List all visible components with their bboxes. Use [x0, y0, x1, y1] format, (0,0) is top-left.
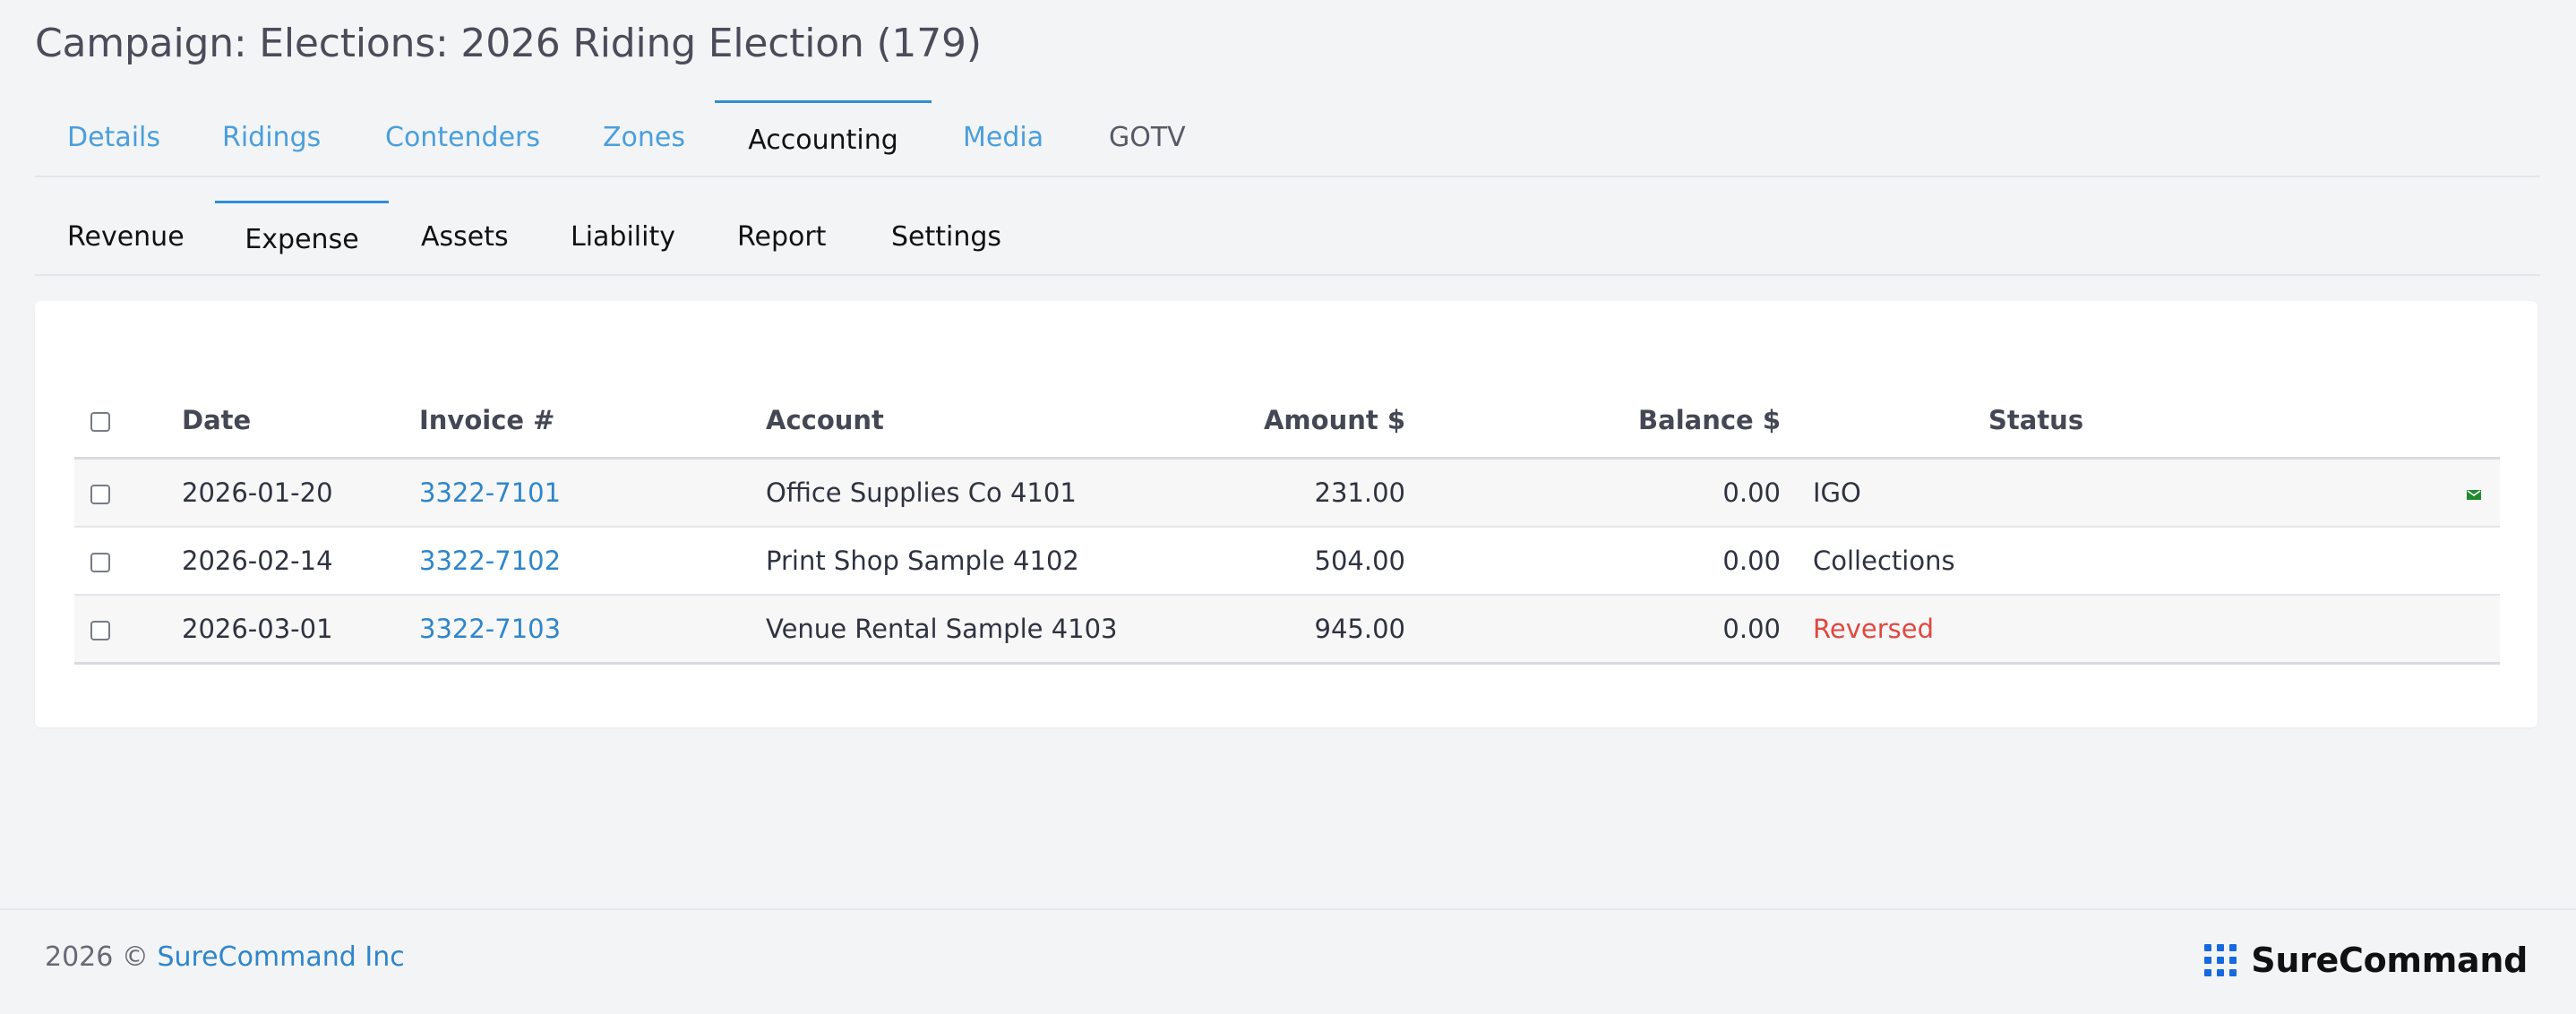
brand-name: SureCommand: [2251, 941, 2528, 980]
tab-gotv[interactable]: GOTV: [1109, 100, 1198, 176]
row-balance: 0.00: [1405, 458, 1781, 528]
row-account: Venue Rental Sample 4103: [766, 595, 1185, 665]
expense-panel: Date Invoice # Account Amount $ Balance …: [35, 301, 2537, 727]
row-date: 2026-01-20: [182, 458, 419, 528]
table-row: 2026-03-01 3322-7103 Venue Rental Sample…: [74, 595, 2500, 665]
copyright-text: 2026 ©: [45, 941, 149, 973]
row-status: IGO: [1781, 458, 2336, 528]
row-checkbox[interactable]: [90, 485, 110, 504]
tab-report[interactable]: Report: [737, 201, 836, 274]
account-column-header[interactable]: Account: [766, 383, 1185, 460]
company-link[interactable]: SureCommand Inc: [157, 941, 404, 973]
row-amount: 945.00: [1185, 595, 1405, 665]
expense-table-wrapper: Date Invoice # Account Amount $ Balance …: [74, 383, 2500, 665]
status-column-header[interactable]: Status: [1781, 383, 2336, 460]
invoice-link[interactable]: 3322-7101: [419, 477, 561, 508]
date-column-header[interactable]: Date: [182, 383, 419, 460]
balance-column-header[interactable]: Balance $: [1405, 383, 1781, 460]
accounting-sub-tabs: Revenue Expense Assets Liability Report …: [35, 201, 2540, 276]
tab-ridings[interactable]: Ridings: [222, 100, 330, 176]
row-amount: 231.00: [1185, 458, 1405, 528]
tab-settings[interactable]: Settings: [891, 201, 1017, 274]
row-balance: 0.00: [1405, 595, 1781, 665]
main-tabs: Details Ridings Contenders Zones Account…: [35, 100, 2540, 177]
table-row: 2026-01-20 3322-7101 Office Supplies Co …: [74, 458, 2500, 528]
tab-contenders[interactable]: Contenders: [385, 100, 546, 176]
select-all-checkbox[interactable]: [90, 412, 110, 432]
footer-copyright: 2026 © SureCommand Inc: [45, 941, 405, 973]
row-status: Reversed: [1781, 595, 2336, 665]
row-invoice-cell: 3322-7101: [419, 458, 766, 528]
row-checkbox-cell: [74, 527, 182, 596]
row-date: 2026-02-14: [182, 527, 419, 596]
row-checkbox-cell: [74, 595, 182, 665]
row-invoice-cell: 3322-7103: [419, 595, 766, 665]
tab-media[interactable]: Media: [963, 100, 1052, 176]
campaign-expense-page: Campaign: Elections: 2026 Riding Electio…: [0, 0, 2576, 1014]
row-account: Office Supplies Co 4101: [766, 458, 1185, 528]
row-checkbox[interactable]: [90, 553, 110, 572]
tab-details[interactable]: Details: [67, 100, 166, 176]
select-all-cell: [74, 383, 182, 460]
invoice-link[interactable]: 3322-7103: [419, 614, 561, 644]
invoice-column-header[interactable]: Invoice #: [419, 383, 766, 460]
mail-icon[interactable]: [2466, 489, 2482, 501]
tab-expense[interactable]: Expense: [215, 201, 389, 274]
tab-liability[interactable]: Liability: [571, 201, 687, 274]
row-status: Collections: [1781, 527, 2336, 596]
actions-column-header: [2336, 383, 2500, 460]
table-header-row: Date Invoice # Account Amount $ Balance …: [74, 383, 2500, 460]
row-date: 2026-03-01: [182, 595, 419, 665]
surecommand-brand[interactable]: SureCommand: [2204, 941, 2528, 980]
tab-zones[interactable]: Zones: [603, 100, 692, 176]
row-checkbox-cell: [74, 458, 182, 528]
row-account: Print Shop Sample 4102: [766, 527, 1185, 596]
row-actions: [2336, 458, 2500, 528]
amount-column-header[interactable]: Amount $: [1185, 383, 1405, 460]
grid-dots-icon: [2204, 944, 2237, 976]
tab-accounting[interactable]: Accounting: [715, 100, 932, 176]
row-balance: 0.00: [1405, 527, 1781, 596]
tab-revenue[interactable]: Revenue: [67, 201, 193, 274]
row-checkbox[interactable]: [90, 621, 110, 640]
expense-table: Date Invoice # Account Amount $ Balance …: [74, 383, 2500, 665]
row-invoice-cell: 3322-7102: [419, 527, 766, 596]
row-actions: [2336, 527, 2500, 596]
page-footer: 2026 © SureCommand Inc SureCommand: [0, 908, 2576, 1014]
row-actions: [2336, 595, 2500, 665]
invoice-link[interactable]: 3322-7102: [419, 546, 561, 576]
page-title: Campaign: Elections: 2026 Riding Electio…: [35, 21, 982, 66]
table-row: 2026-02-14 3322-7102 Print Shop Sample 4…: [74, 527, 2500, 596]
row-amount: 504.00: [1185, 527, 1405, 596]
tab-assets[interactable]: Assets: [421, 201, 519, 274]
